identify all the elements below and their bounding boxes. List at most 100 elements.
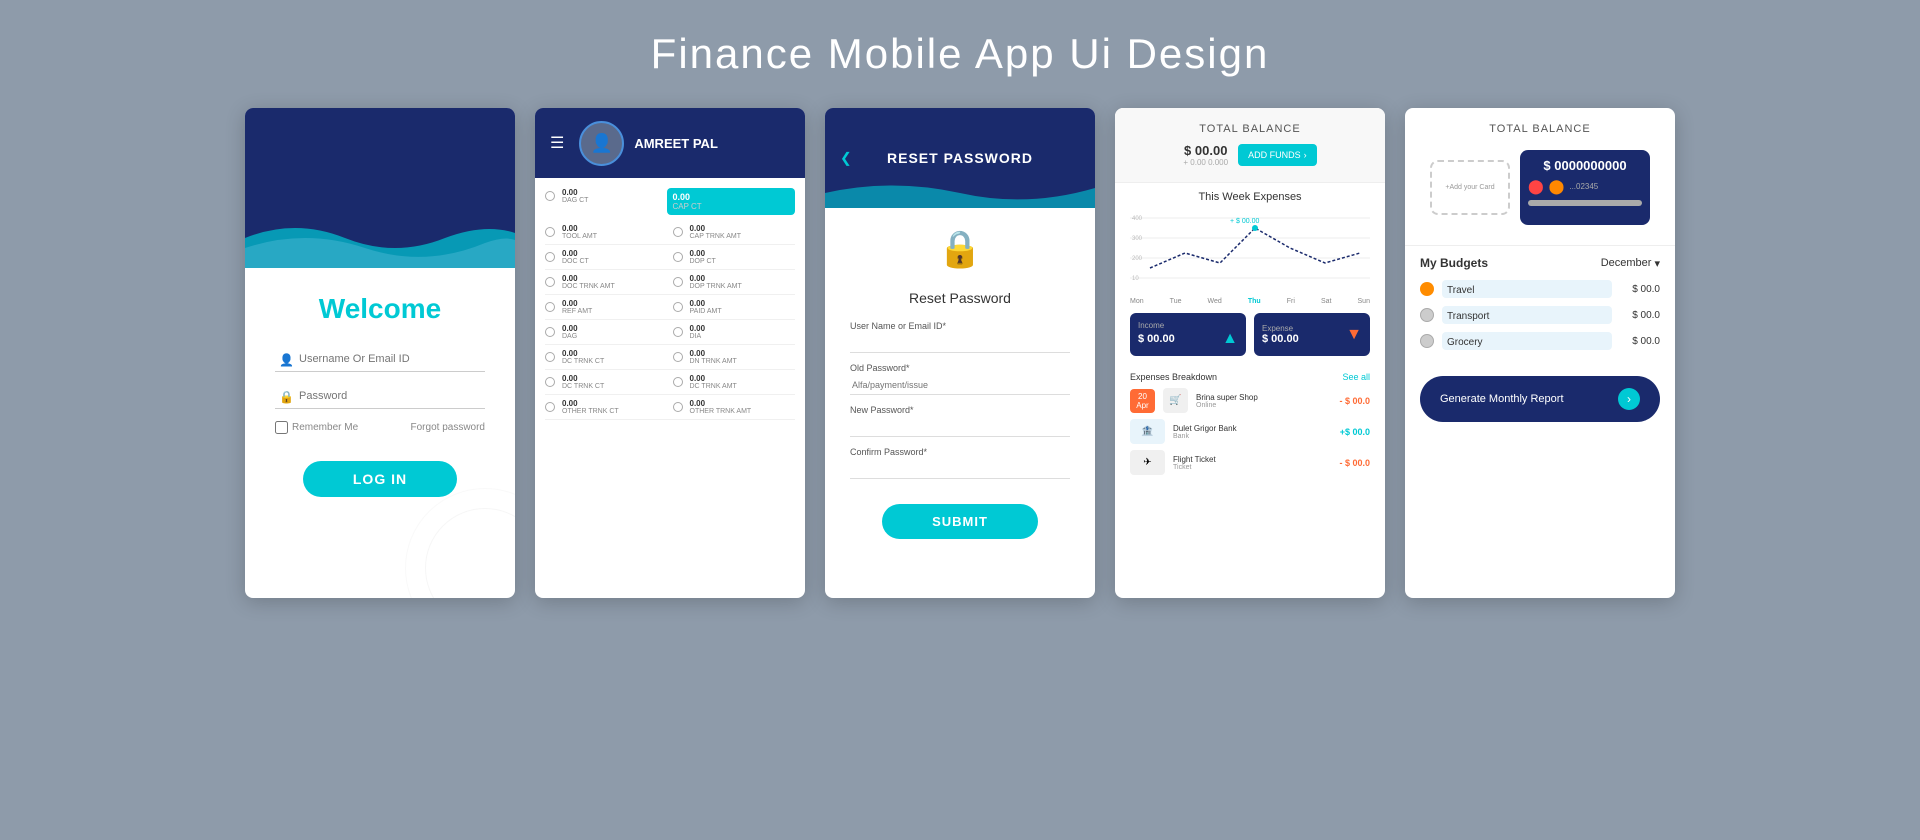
add-card-box[interactable]: +Add your Card bbox=[1430, 160, 1510, 215]
day-fri: Fri bbox=[1287, 298, 1295, 305]
screen-login: Welcome 👤 🔒 Remember Me Forgot password … bbox=[245, 108, 515, 598]
ticket-name: Flight Ticket bbox=[1173, 455, 1331, 464]
expense-label: Expense bbox=[1262, 324, 1299, 333]
expenses-header: Expenses Breakdown See all bbox=[1130, 372, 1370, 382]
col2-sub: CAP CT bbox=[673, 202, 790, 211]
bank-amount: +$ 00.0 bbox=[1340, 427, 1370, 437]
day-thu: Thu bbox=[1248, 298, 1261, 305]
screen-table: ☰ 👤 AMREET PAL 0.00 DAG CT 0.00 CA bbox=[535, 108, 805, 598]
bank-info: Dulet Grigor Bank Bank bbox=[1173, 424, 1332, 440]
budget-grocery: Grocery $ 00.0 bbox=[1420, 332, 1660, 350]
username-field[interactable] bbox=[850, 334, 1070, 353]
chart-area: 10 200 300 400 + $ 00.00 bbox=[1115, 208, 1385, 298]
expense-info: Brina super Shop Online bbox=[1196, 393, 1331, 409]
welcome-text: Welcome bbox=[319, 293, 441, 325]
add-funds-button[interactable]: ADD FUNDS › bbox=[1238, 144, 1317, 166]
transport-dot bbox=[1420, 308, 1434, 322]
username-label: User Name or Email ID* bbox=[850, 321, 1070, 331]
expense-item-3: ✈ Flight Ticket Ticket - $ 00.0 bbox=[1130, 450, 1370, 475]
generate-report-button[interactable]: Generate Monthly Report › bbox=[1420, 376, 1660, 422]
budget-travel: Travel $ 00.0 bbox=[1420, 280, 1660, 298]
budget-header: My Budgets December ▾ bbox=[1420, 256, 1660, 270]
old-pass-label: Old Password* bbox=[850, 363, 1070, 373]
balance-values: $ 00.00 + 0.00 0.000 bbox=[1183, 143, 1228, 167]
col1-val: 0.00 bbox=[562, 188, 588, 197]
cell-col1: 0.00 TOOL AMT bbox=[545, 224, 668, 240]
expense-icon: 🛒 bbox=[1163, 388, 1188, 413]
confirm-pass-group: Confirm Password* bbox=[850, 447, 1070, 479]
expense-name: Brina super Shop bbox=[1196, 393, 1331, 402]
col1-sub: DAG CT bbox=[562, 197, 588, 204]
cell-col2: 0.00 DC TRNK AMT bbox=[673, 374, 796, 390]
confirm-pass-label: Confirm Password* bbox=[850, 447, 1070, 457]
back-icon[interactable]: ❮ bbox=[840, 150, 852, 167]
cell-col1: 0.00 DOC CT bbox=[545, 249, 668, 265]
password-input[interactable] bbox=[275, 384, 485, 409]
username-input[interactable] bbox=[275, 347, 485, 372]
cell-col1: 0.00 DC TRNK CT bbox=[545, 349, 668, 365]
travel-amount: $ 00.0 bbox=[1620, 284, 1660, 295]
svg-text:300: 300 bbox=[1132, 236, 1143, 242]
table-row-7: 0.00 OTHER TRNK CT 0.00 OTHER TRNK AMT bbox=[545, 395, 795, 420]
new-pass-label: New Password* bbox=[850, 405, 1070, 415]
ticket-amount: - $ 00.0 bbox=[1339, 458, 1370, 468]
cell-col2: 0.00 OTHER TRNK AMT bbox=[673, 399, 796, 415]
expense-item-2: 🏦 Dulet Grigor Bank Bank +$ 00.0 bbox=[1130, 419, 1370, 444]
expense-box: Expense $ 00.00 ▼ bbox=[1254, 313, 1370, 356]
remember-checkbox[interactable] bbox=[275, 421, 288, 434]
travel-dot bbox=[1420, 282, 1434, 296]
balance-sub: + 0.00 0.000 bbox=[1183, 158, 1228, 167]
hamburger-icon[interactable]: ☰ bbox=[550, 133, 564, 153]
old-pass-field[interactable] bbox=[850, 376, 1070, 395]
ticket-info: Flight Ticket Ticket bbox=[1173, 455, 1331, 471]
expense-value: $ 00.00 bbox=[1262, 333, 1299, 345]
username-group: User Name or Email ID* bbox=[850, 321, 1070, 353]
table-body: 0.00 DAG CT 0.00 CAP CT 0.00 bbox=[535, 178, 805, 430]
forgot-password-link[interactable]: Forgot password bbox=[411, 422, 485, 433]
travel-bar: Travel bbox=[1442, 280, 1612, 298]
cell-col2: 0.00 DOP CT bbox=[673, 249, 796, 265]
cell-col2: 0.00 CAP TRNK AMT bbox=[673, 224, 796, 240]
month-label: December bbox=[1601, 257, 1652, 269]
grocery-dot bbox=[1420, 334, 1434, 348]
password-wrapper: 🔒 bbox=[275, 384, 485, 409]
user-name: AMREET PAL bbox=[634, 136, 718, 151]
income-label: Income bbox=[1138, 321, 1238, 330]
day-sat: Sat bbox=[1321, 298, 1332, 305]
balance-value: $ 00.00 bbox=[1183, 143, 1228, 158]
reset-header: ❮ RESET PASSWORD bbox=[825, 108, 1095, 208]
login-header bbox=[245, 108, 515, 268]
day-mon: Mon bbox=[1130, 298, 1144, 305]
income-arrow-icon: ▲ bbox=[1222, 330, 1238, 348]
table-row-4: 0.00 DAG 0.00 DIA bbox=[545, 320, 795, 345]
budgets-total-label: TOTAL BALANCE bbox=[1420, 123, 1660, 135]
page-title: Finance Mobile App Ui Design bbox=[651, 30, 1270, 78]
svg-text:200: 200 bbox=[1132, 256, 1143, 262]
table-header: ☰ 👤 AMREET PAL bbox=[535, 108, 805, 178]
generate-report-label: Generate Monthly Report bbox=[1440, 393, 1564, 405]
bank-icon: 🏦 bbox=[1130, 419, 1165, 444]
submit-button[interactable]: SUBMIT bbox=[882, 504, 1038, 539]
table-row-0: 0.00 TOOL AMT 0.00 CAP TRNK AMT bbox=[545, 220, 795, 245]
card-last4: ...02345 bbox=[1569, 182, 1598, 191]
confirm-pass-field[interactable] bbox=[850, 460, 1070, 479]
cell-col2: 0.00 PAID AMT bbox=[673, 299, 796, 315]
new-pass-field[interactable] bbox=[850, 418, 1070, 437]
day-tue: Tue bbox=[1170, 298, 1182, 305]
card-area: +Add your Card $ 0000000000 ⬤ ⬤ ...02345 bbox=[1420, 145, 1660, 230]
see-all-link[interactable]: See all bbox=[1342, 372, 1370, 382]
travel-label: Travel bbox=[1442, 285, 1474, 296]
grocery-amount: $ 00.0 bbox=[1620, 336, 1660, 347]
login-body: Welcome 👤 🔒 Remember Me Forgot password … bbox=[245, 268, 515, 517]
table-header-row: 0.00 DAG CT 0.00 CAP CT bbox=[545, 188, 795, 215]
cell-col1: 0.00 DAG bbox=[545, 324, 668, 340]
month-dropdown[interactable]: December ▾ bbox=[1601, 257, 1660, 270]
bank-sub: Bank bbox=[1173, 433, 1332, 440]
reset-title: RESET PASSWORD bbox=[887, 150, 1033, 166]
cell-col2: 0.00 DOP TRNK AMT bbox=[673, 274, 796, 290]
expense-sub: Online bbox=[1196, 402, 1331, 409]
table-rows: 0.00 TOOL AMT 0.00 CAP TRNK AMT bbox=[545, 220, 795, 420]
cell-col2: 0.00 DIA bbox=[673, 324, 796, 340]
login-button[interactable]: LOG IN bbox=[303, 461, 457, 497]
remember-label[interactable]: Remember Me bbox=[275, 421, 358, 434]
